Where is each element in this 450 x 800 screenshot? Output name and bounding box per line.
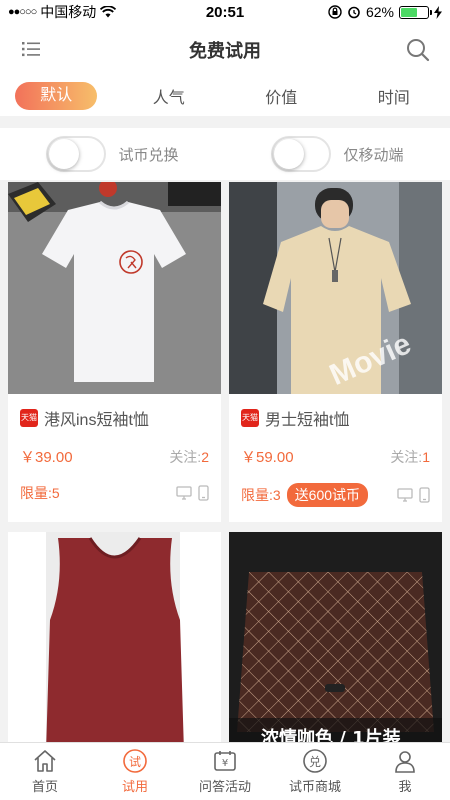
mobile-only-label: 仅移动端 xyxy=(343,146,404,164)
price-row: ￥39.00 关注:2 xyxy=(8,446,221,467)
device-icons xyxy=(397,487,430,503)
desktop-icon xyxy=(397,488,413,502)
tab-value[interactable]: 价值 xyxy=(225,84,338,108)
price-row: ￥59.00 关注:1 xyxy=(229,446,442,467)
limit-row: 限量:3 送600试币 xyxy=(229,483,442,507)
product-card[interactable] xyxy=(8,532,221,752)
product-image[interactable] xyxy=(8,182,221,394)
tabbar-profile[interactable]: 我 xyxy=(360,743,450,800)
tabbar-home[interactable]: 首页 xyxy=(0,743,90,800)
mobile-only-filter: 仅移动端 xyxy=(225,136,450,172)
limit-row: 限量:5 xyxy=(8,483,221,503)
battery-percent: 62% xyxy=(365,4,394,20)
profile-icon xyxy=(395,751,415,773)
product-image[interactable] xyxy=(8,532,221,752)
product-grid: 天猫 港风ins短袖t恤 ￥39.00 关注:2 限量:5 Movie 天猫 男… xyxy=(8,182,442,752)
product-price: ￥59.00 xyxy=(241,449,294,466)
product-card[interactable]: 天猫 港风ins短袖t恤 ￥39.00 关注:2 限量:5 xyxy=(8,182,221,522)
product-card[interactable]: Movie 天猫 男士短袖t恤 ￥59.00 关注:1 限量:3 送600试币 xyxy=(229,182,442,522)
follow-count: 关注:2 xyxy=(169,448,209,465)
charging-icon xyxy=(434,5,442,19)
search-icon[interactable] xyxy=(406,38,430,62)
mobile-only-switch[interactable] xyxy=(271,136,332,172)
product-price: ￥39.00 xyxy=(20,449,73,466)
svg-text:¥: ¥ xyxy=(222,758,228,769)
device-icons xyxy=(176,485,209,501)
phone-icon xyxy=(419,487,430,503)
tabbar-trial[interactable]: 试 试用 xyxy=(90,743,180,800)
page-title: 免费试用 xyxy=(189,41,261,61)
alarm-icon xyxy=(348,6,360,19)
coin-exchange-switch[interactable] xyxy=(46,136,107,172)
bottom-tab-bar: 首页 试 试用 ¥ 问答活动 兑 试币商城 我 xyxy=(0,742,450,800)
status-right: 62% xyxy=(328,4,442,20)
coin-exchange-filter: 试币兑换 xyxy=(0,136,225,172)
carrier-label: 中国移动 xyxy=(40,4,97,20)
svg-text:试: 试 xyxy=(129,754,141,769)
trial-icon: 试 xyxy=(123,749,147,773)
menu-list-icon[interactable] xyxy=(22,41,40,57)
signal-icon: ●●○○○ xyxy=(8,6,37,18)
tmall-badge-icon: 天猫 xyxy=(20,409,38,427)
status-left: ●●○○○ 中国移动 xyxy=(8,2,117,22)
product-title[interactable]: 天猫 港风ins短袖t恤 xyxy=(8,406,221,430)
sort-tabs: 默认 人气 价值 时间 xyxy=(0,76,450,116)
tabbar-coin-mall[interactable]: 兑 试币商城 xyxy=(270,743,360,800)
tmall-badge-icon: 天猫 xyxy=(241,409,259,427)
rotation-lock-icon xyxy=(328,5,342,19)
follow-count: 关注:1 xyxy=(390,448,430,465)
coin-exchange-label: 试币兑换 xyxy=(118,146,179,164)
coin-mall-icon: 兑 xyxy=(303,749,327,773)
status-bar: ●●○○○ 中国移动 20:51 62% xyxy=(0,0,450,24)
battery-icon xyxy=(399,5,432,19)
product-card[interactable]: 浓情咖色 / 1片装 xyxy=(229,532,442,752)
wifi-icon xyxy=(100,6,117,18)
bonus-coins-badge: 送600试币 xyxy=(286,483,369,507)
clock: 20:51 xyxy=(205,3,245,21)
product-image[interactable]: 浓情咖色 / 1片装 xyxy=(229,532,442,752)
desktop-icon xyxy=(176,486,192,500)
product-title[interactable]: 天猫 男士短袖t恤 xyxy=(229,406,442,430)
tabbar-qa-activity[interactable]: ¥ 问答活动 xyxy=(180,743,270,800)
filter-toggles: 试币兑换 仅移动端 xyxy=(0,128,450,180)
tab-popularity[interactable]: 人气 xyxy=(113,84,226,108)
product-image[interactable]: Movie xyxy=(229,182,442,394)
nav-bar: 免费试用 xyxy=(0,24,450,76)
phone-icon xyxy=(198,485,209,501)
svg-text:兑: 兑 xyxy=(309,755,321,769)
qa-icon: ¥ xyxy=(214,751,236,771)
limit-quantity: 限量:3 送600试币 xyxy=(241,483,369,507)
tab-default[interactable]: 默认 xyxy=(0,82,113,110)
home-icon xyxy=(34,750,56,772)
limit-quantity: 限量:5 xyxy=(20,485,60,501)
tab-time[interactable]: 时间 xyxy=(338,84,450,108)
